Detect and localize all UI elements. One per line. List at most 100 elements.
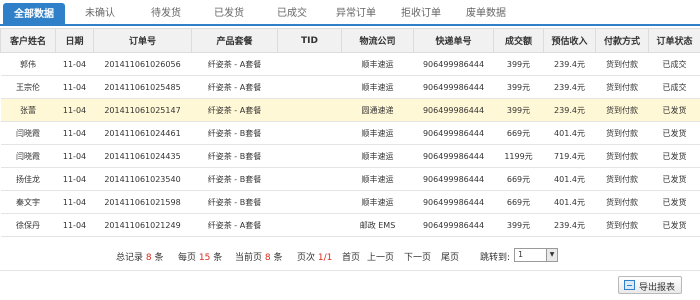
cell-order: 201411061021249 bbox=[93, 213, 192, 237]
cell-tracking: 906499986444 bbox=[413, 190, 494, 214]
cell-order: 201411061021598 bbox=[93, 190, 192, 214]
cell-status: 已发货 bbox=[648, 213, 700, 237]
cell-package: 纤姿茶 - A套餐 bbox=[191, 98, 278, 122]
tab-3[interactable]: 已发货 bbox=[201, 2, 257, 26]
cell-logistics: 顺丰速运 bbox=[341, 167, 414, 191]
cell-amount: 669元 bbox=[493, 190, 544, 214]
next-page-link[interactable]: 下一页 bbox=[404, 250, 431, 263]
cell-tracking: 906499986444 bbox=[413, 121, 494, 145]
cell-amount: 399元 bbox=[493, 213, 544, 237]
cell-date: 11-04 bbox=[55, 167, 94, 191]
column-header: 预估收入 bbox=[543, 28, 596, 53]
table-row[interactable]: 王宗伦 11-04 201411061025485 纤姿茶 - A套餐 顺丰速运 9064… bbox=[0, 75, 700, 99]
cell-payment: 货到付款 bbox=[595, 98, 649, 122]
cell-name: 秦文宇 bbox=[0, 190, 56, 214]
column-header: TID bbox=[277, 28, 342, 53]
cell-logistics: 邮政 EMS bbox=[341, 213, 414, 237]
cell-status: 已发货 bbox=[648, 190, 700, 214]
cell-income: 401.4元 bbox=[543, 167, 596, 191]
cell-order: 201411061025485 bbox=[93, 75, 192, 99]
cell-tracking: 906499986444 bbox=[413, 144, 494, 168]
cell-package: 纤姿茶 - A套餐 bbox=[191, 213, 278, 237]
cell-amount: 399元 bbox=[493, 98, 544, 122]
orders-table: 客户姓名 日期 订单号 产品套餐 TID 物流公司 快递单号 成交额 预估收入 付款方式 订单状态 … bbox=[0, 28, 700, 237]
prev-page-link[interactable]: 上一页 bbox=[367, 250, 394, 263]
cell-order: 201411061026056 bbox=[93, 52, 192, 76]
tab-1[interactable]: 未确认 bbox=[72, 2, 128, 26]
tab-4[interactable]: 已成交 bbox=[264, 2, 320, 26]
cell-tid bbox=[277, 121, 342, 145]
cell-income: 239.4元 bbox=[543, 52, 596, 76]
cell-date: 11-04 bbox=[55, 213, 94, 237]
tab-7[interactable]: 废单数据 bbox=[457, 2, 515, 26]
table-row[interactable]: 闫晓霞 11-04 201411061024461 纤姿茶 - B套餐 顺丰速运 9064… bbox=[0, 121, 700, 145]
cell-order: 201411061024435 bbox=[93, 144, 192, 168]
cell-logistics: 顺丰速运 bbox=[341, 52, 414, 76]
cell-amount: 399元 bbox=[493, 75, 544, 99]
per-page: 每页 15 条 bbox=[178, 253, 223, 263]
cell-logistics: 顺丰速运 bbox=[341, 75, 414, 99]
cell-payment: 货到付款 bbox=[595, 75, 649, 99]
cell-date: 11-04 bbox=[55, 52, 94, 76]
cell-tid bbox=[277, 213, 342, 237]
cell-amount: 399元 bbox=[493, 52, 544, 76]
jump-label: 跳转到: bbox=[480, 253, 511, 263]
cell-logistics: 顺丰速运 bbox=[341, 190, 414, 214]
cell-payment: 货到付款 bbox=[595, 190, 649, 214]
cell-date: 11-04 bbox=[55, 75, 94, 99]
cell-name: 闫晓霞 bbox=[0, 121, 56, 145]
cell-tracking: 906499986444 bbox=[413, 98, 494, 122]
table-row[interactable]: 闫晓霞 11-04 201411061024435 纤姿茶 - B套餐 顺丰速运 9064… bbox=[0, 144, 700, 168]
cell-date: 11-04 bbox=[55, 144, 94, 168]
cell-order: 201411061024461 bbox=[93, 121, 192, 145]
cell-package: 纤姿茶 - B套餐 bbox=[191, 121, 278, 145]
cell-payment: 货到付款 bbox=[595, 213, 649, 237]
first-page-link[interactable]: 首页 bbox=[342, 250, 360, 263]
cell-tid bbox=[277, 75, 342, 99]
cell-tid bbox=[277, 190, 342, 214]
total-records: 总记录 8 条 bbox=[116, 253, 164, 263]
cell-logistics: 顺丰速运 bbox=[341, 144, 414, 168]
cell-name: 王宗伦 bbox=[0, 75, 56, 99]
cell-amount: 669元 bbox=[493, 167, 544, 191]
table-row[interactable]: 郭伟 11-04 201411061026056 纤姿茶 - A套餐 顺丰速运 90649… bbox=[0, 52, 700, 76]
column-header: 快递单号 bbox=[413, 28, 494, 53]
cell-package: 纤姿茶 - B套餐 bbox=[191, 144, 278, 168]
column-header: 客户姓名 bbox=[0, 28, 56, 53]
column-header: 订单号 bbox=[93, 28, 192, 53]
cell-status: 已发货 bbox=[648, 167, 700, 191]
cell-income: 239.4元 bbox=[543, 75, 596, 99]
cell-tid bbox=[277, 144, 342, 168]
export-icon bbox=[624, 280, 635, 290]
cell-package: 纤姿茶 - A套餐 bbox=[191, 75, 278, 99]
cell-name: 闫晓霞 bbox=[0, 144, 56, 168]
table-row[interactable]: 徐保丹 11-04 201411061021249 纤姿茶 - A套餐 邮政 EMS 90… bbox=[0, 213, 700, 237]
jump-page-select[interactable]: 1 ▼ bbox=[514, 248, 558, 262]
export-report-button[interactable]: 导出报表 bbox=[618, 276, 682, 294]
cell-name: 扬佳龙 bbox=[0, 167, 56, 191]
cell-income: 719.4元 bbox=[543, 144, 596, 168]
table-row[interactable]: 扬佳龙 11-04 201411061023540 纤姿茶 - B套餐 顺丰速运 9064… bbox=[0, 167, 700, 191]
page-number: 页次 1/1 bbox=[297, 253, 333, 263]
cell-date: 11-04 bbox=[55, 98, 94, 122]
cell-package: 纤姿茶 - A套餐 bbox=[191, 52, 278, 76]
order-tabs: 全部数据 未确认 待发货 已发货 已成交 异常订单 拒收订单 废单数据 bbox=[0, 0, 700, 26]
tab-2[interactable]: 待发货 bbox=[138, 2, 194, 26]
cell-package: 纤姿茶 - B套餐 bbox=[191, 167, 278, 191]
cell-logistics: 顺丰速运 bbox=[341, 121, 414, 145]
cell-status: 已发货 bbox=[648, 98, 700, 122]
column-header: 物流公司 bbox=[341, 28, 414, 53]
cell-order: 201411061025147 bbox=[93, 98, 192, 122]
table-row[interactable]: 张蕾 11-04 201411061025147 纤姿茶 - A套餐 圆通速递 90649… bbox=[0, 98, 700, 122]
cell-order: 201411061023540 bbox=[93, 167, 192, 191]
tab-6[interactable]: 拒收订单 bbox=[392, 2, 450, 26]
cell-payment: 货到付款 bbox=[595, 167, 649, 191]
column-header: 成交额 bbox=[493, 28, 544, 53]
current-page-count: 当前页 8 条 bbox=[235, 253, 283, 263]
tab-0[interactable]: 全部数据 bbox=[3, 3, 65, 26]
table-row[interactable]: 秦文宇 11-04 201411061021598 纤姿茶 - B套餐 顺丰速运 9064… bbox=[0, 190, 700, 214]
tab-5[interactable]: 异常订单 bbox=[327, 2, 385, 26]
cell-amount: 1199元 bbox=[493, 144, 544, 168]
last-page-link[interactable]: 尾页 bbox=[441, 250, 459, 263]
cell-tid bbox=[277, 167, 342, 191]
